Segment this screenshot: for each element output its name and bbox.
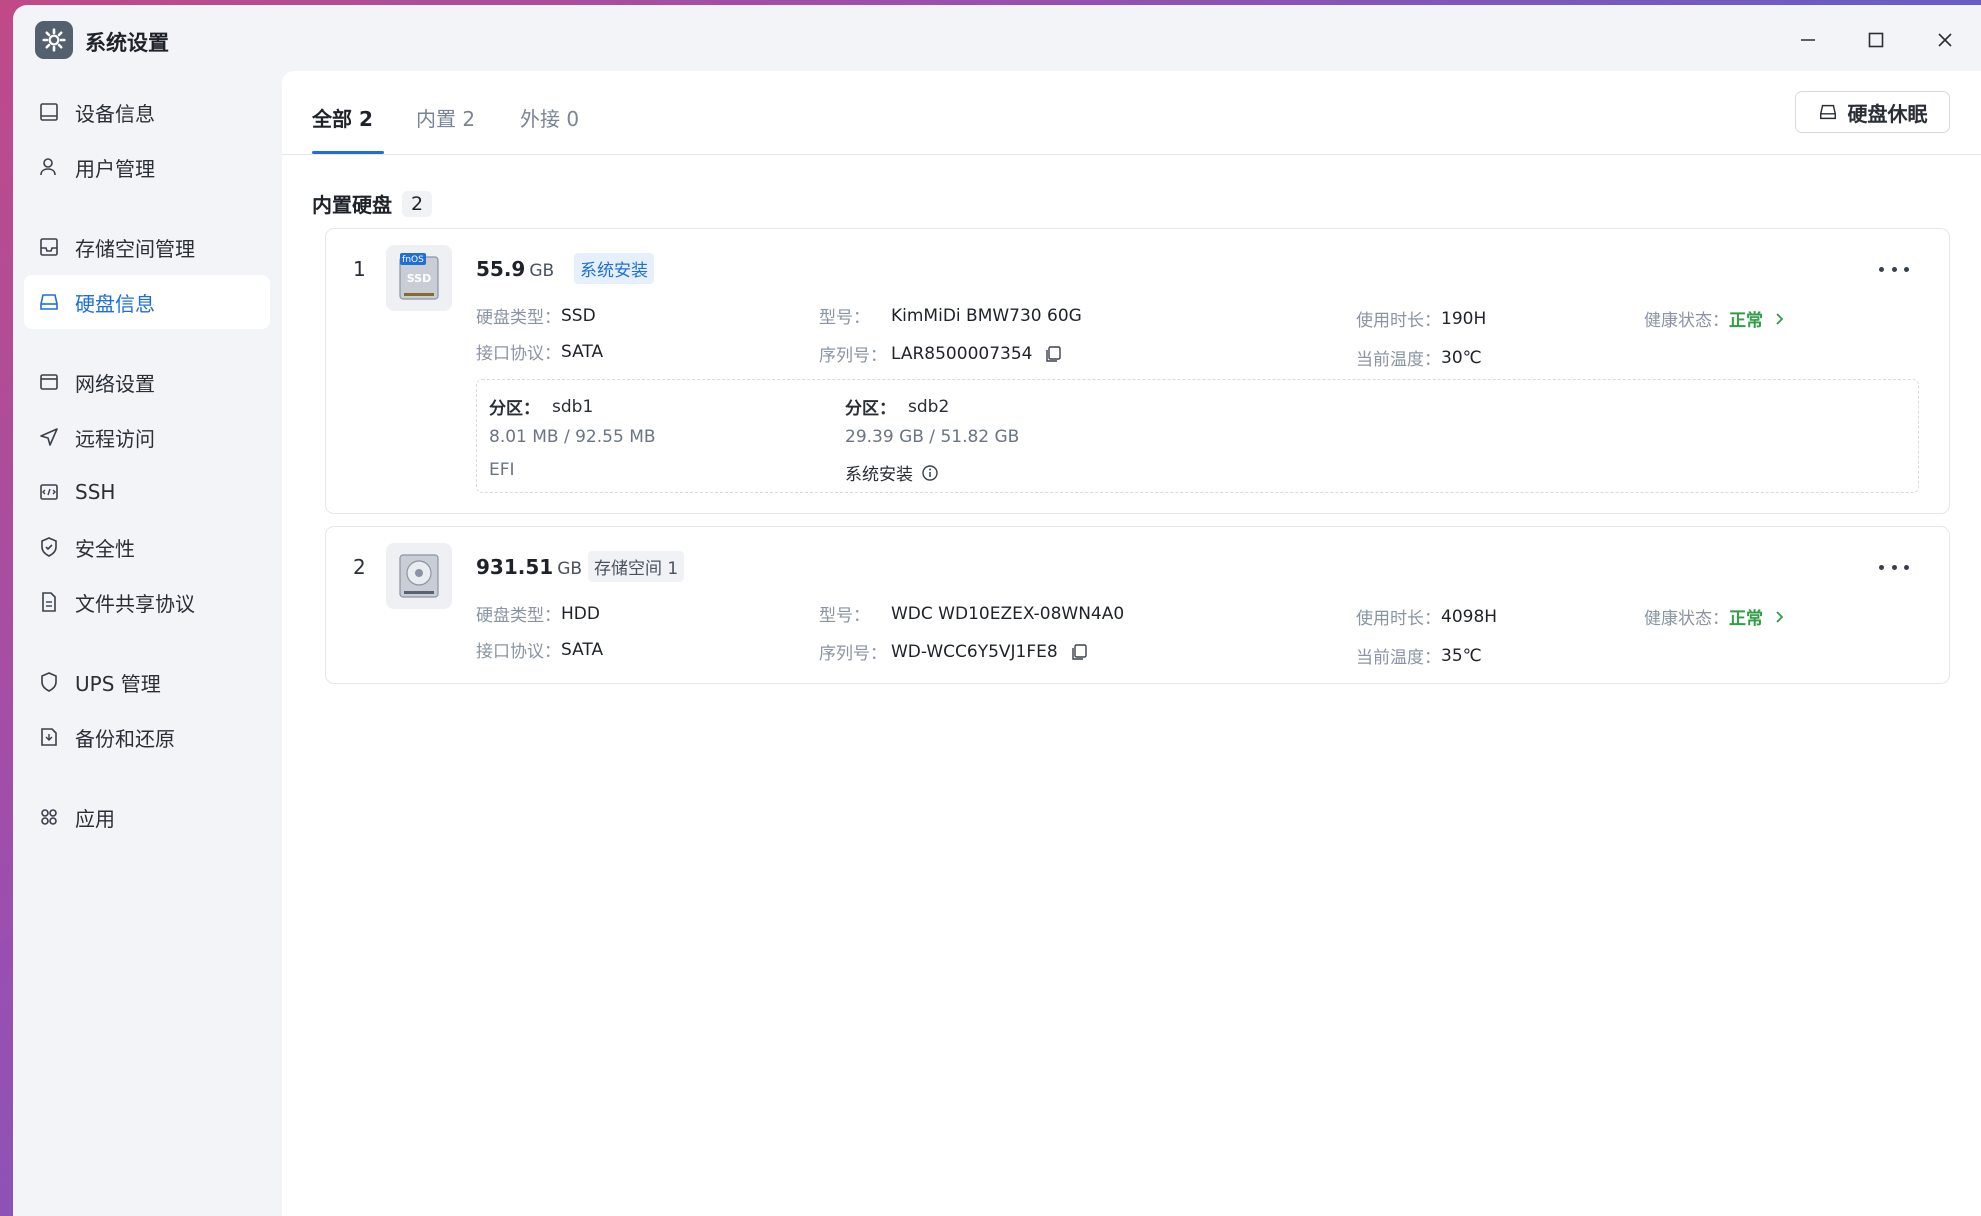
remote-icon [37, 425, 61, 449]
interface-field: 接口协议： SATA [476, 639, 604, 663]
disk-capacity: 55.9 GB [476, 257, 555, 281]
maximize-button[interactable] [1859, 23, 1893, 57]
ssd-disk-icon: fnOS SSD [386, 245, 452, 311]
hdd-disk-icon [386, 543, 452, 609]
shield-icon [37, 535, 61, 559]
chevron-right-icon [1773, 610, 1785, 624]
maximize-icon [1868, 32, 1884, 48]
more-options-button[interactable] [1879, 557, 1909, 577]
uptime-field: 使用时长： 4098H [1356, 606, 1498, 630]
disk-sleep-label: 硬盘休眠 [1847, 101, 1928, 126]
serial-field: 序列号： WD-WCC6Y5VJ1FE8 [819, 639, 1088, 664]
sidebar-item-label: UPS 管理 [75, 671, 161, 696]
sidebar-item-label: 存储空间管理 [75, 236, 195, 261]
partition-box: 分区： sdb1 8.01 MB / 92.55 MB EFI 分区： sdb2 2… [476, 379, 1919, 493]
close-icon [1938, 33, 1952, 47]
sidebar-item-label: 文件共享协议 [75, 591, 195, 616]
file-share-icon [37, 590, 61, 614]
count-badge: 2 [402, 190, 433, 217]
storage-icon [37, 235, 61, 259]
disk-icon [37, 290, 61, 314]
chevron-right-icon [1773, 312, 1785, 326]
settings-window: 系统设置 设备信息 用户管理 存储空间管理 硬盘信息 网络设置 远程访问 SSH… [13, 5, 1981, 1216]
sidebar-item-device-info[interactable]: 设备信息 [24, 85, 270, 139]
more-options-button[interactable] [1879, 259, 1909, 279]
disk-index: 2 [353, 555, 366, 579]
window-title: 系统设置 [85, 31, 169, 55]
serial-field: 序列号： LAR8500007354 [819, 341, 1062, 366]
sidebar-item-network[interactable]: 网络设置 [24, 355, 270, 409]
minimize-icon [1801, 39, 1815, 41]
disk-type-field: 硬盘类型： SSD [476, 305, 596, 329]
sidebar-item-label: 设备信息 [75, 101, 155, 126]
active-tab-indicator [312, 151, 384, 154]
interface-field: 接口协议： SATA [476, 341, 604, 365]
sidebar-item-user-management[interactable]: 用户管理 [24, 140, 270, 194]
partition-1-name: 分区： sdb1 [489, 396, 594, 420]
tab-all[interactable]: 全部 2 [312, 103, 373, 132]
partition-2-name: 分区： sdb2 [845, 396, 950, 420]
copy-icon[interactable] [1070, 643, 1088, 661]
sidebar-item-apps[interactable]: 应用 [24, 790, 270, 844]
temperature-field: 当前温度： 30℃ [1356, 347, 1482, 371]
sidebar-item-label: 用户管理 [75, 156, 155, 181]
partition-1-desc: EFI [489, 460, 515, 480]
device-icon [37, 100, 61, 124]
sidebar-item-remote-access[interactable]: 远程访问 [24, 410, 270, 464]
disk-type-field: 硬盘类型： HDD [476, 603, 600, 627]
partition-2-usage: 29.39 GB / 51.82 GB [845, 427, 1020, 447]
partition-1-usage: 8.01 MB / 92.55 MB [489, 427, 656, 447]
sidebar-item-label: 远程访问 [75, 426, 155, 451]
health-status-field[interactable]: 健康状态： 正常 [1644, 604, 1785, 629]
tab-internal[interactable]: 内置 2 [416, 103, 475, 132]
user-icon [37, 155, 61, 179]
minimize-button[interactable] [1791, 23, 1825, 57]
disk-capacity: 931.51 GB [476, 555, 583, 579]
tab-external[interactable]: 外接 0 [520, 103, 579, 132]
sidebar-item-ups[interactable]: UPS 管理 [24, 655, 270, 709]
sidebar-item-label: 备份和还原 [75, 726, 175, 751]
apps-icon [37, 805, 61, 829]
model-field: 型号： WDC WD10EZEX-08WN4A0 [819, 603, 1125, 627]
section-title-text: 内置硬盘 [312, 193, 392, 217]
disk-icon [1818, 102, 1838, 122]
svg-text:SSD: SSD [407, 272, 431, 285]
partition-2-desc: 系统安装 [845, 460, 939, 485]
disk-tag: 存储空间 1 [588, 551, 685, 582]
sidebar-item-label: 硬盘信息 [75, 291, 155, 316]
sidebar-item-disk-info[interactable]: 硬盘信息 [24, 275, 270, 329]
backup-icon [37, 725, 61, 749]
sidebar-item-label: 应用 [75, 806, 115, 831]
title-bar: 系统设置 [13, 5, 1981, 71]
disk-card-1: 1 fnOS SSD 55.9 GB 系统安装 硬盘类型： SSD 接口协议： SAT… [325, 228, 1950, 514]
health-status-field[interactable]: 健康状态： 正常 [1644, 306, 1785, 331]
disk-index: 1 [353, 257, 366, 281]
model-field: 型号： KimMiDi BMW730 60G [819, 305, 1082, 329]
sidebar-item-security[interactable]: 安全性 [24, 520, 270, 574]
sidebar-item-label: 安全性 [75, 536, 135, 561]
temperature-field: 当前温度： 35℃ [1356, 645, 1482, 669]
network-icon [37, 370, 61, 394]
section-title: 内置硬盘 2 [312, 189, 433, 218]
settings-gear-icon [35, 21, 73, 59]
sidebar-item-ssh[interactable]: SSH [24, 465, 270, 519]
svg-text:fnOS: fnOS [402, 255, 424, 265]
uptime-field: 使用时长： 190H [1356, 308, 1487, 332]
info-icon[interactable] [921, 464, 939, 482]
terminal-icon [37, 480, 61, 504]
sidebar-item-file-share[interactable]: 文件共享协议 [24, 575, 270, 629]
ups-icon [37, 670, 61, 694]
close-button[interactable] [1928, 23, 1962, 57]
sidebar-item-backup[interactable]: 备份和还原 [24, 710, 270, 764]
sidebar-item-label: SSH [75, 480, 116, 504]
disk-card-2: 2 931.51 GB 存储空间 1 硬盘类型： HDD 接口协议： SATA 型号：… [325, 526, 1950, 684]
disk-tag: 系统安装 [574, 253, 654, 284]
copy-icon[interactable] [1044, 345, 1062, 363]
sidebar-item-label: 网络设置 [75, 371, 155, 396]
tab-bar: 全部 2 内置 2 外接 0 硬盘休眠 [282, 71, 1981, 155]
disk-sleep-button[interactable]: 硬盘休眠 [1795, 91, 1950, 133]
sidebar-item-storage[interactable]: 存储空间管理 [24, 220, 270, 274]
main-panel: 全部 2 内置 2 外接 0 硬盘休眠 内置硬盘 2 1 fnOS SSD 55… [282, 71, 1981, 1216]
